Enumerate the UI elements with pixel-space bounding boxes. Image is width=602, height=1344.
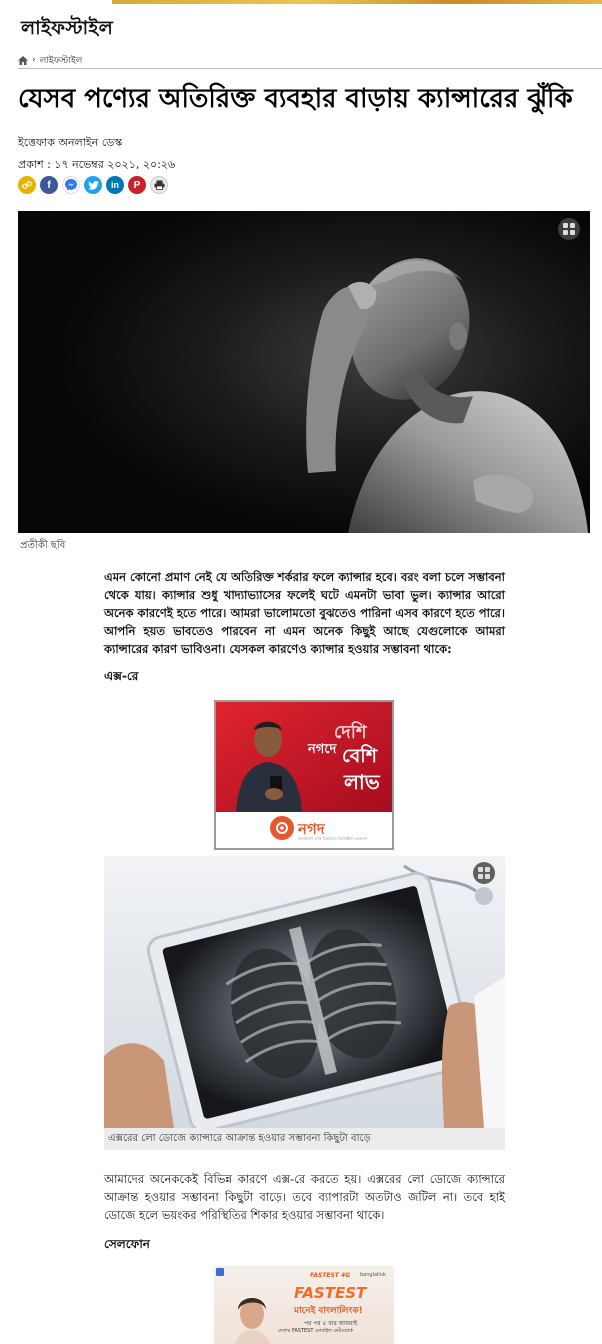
- breadcrumb-current[interactable]: লাইফস্টাইল: [40, 53, 83, 68]
- xray-paragraph: আমাদের অনেককেই বিভিন্ন কারণে এক্স-রে করত…: [104, 1172, 505, 1222]
- nagad-ad-line2: নগদে: [308, 742, 337, 757]
- copy-link-icon[interactable]: [18, 176, 36, 194]
- print-icon[interactable]: [150, 176, 168, 194]
- pinterest-icon[interactable]: P: [128, 176, 146, 194]
- hero-caption: প্রতীকী ছবি: [20, 540, 66, 551]
- xray-image[interactable]: [104, 856, 505, 1128]
- banglalink-headline: FASTEST: [294, 1284, 367, 1302]
- banglalink-brand: banglalink: [360, 1272, 386, 1278]
- nagad-tagline: বাংলাদেশ ডাক বিভাগের ডিজিটাল লেনদেন: [298, 836, 368, 841]
- publish-date: প্রকাশ : ১৭ নভেম্বর ২০২১, ২০:২৬: [18, 158, 176, 171]
- messenger-icon[interactable]: [62, 176, 80, 194]
- facebook-icon[interactable]: f: [40, 176, 58, 194]
- ad-choices-icon[interactable]: [216, 1268, 224, 1276]
- banglalink-advertisement[interactable]: FASTEST 4G banglalink FASTEST মানেই বাংল…: [214, 1266, 394, 1344]
- linkedin-icon[interactable]: in: [106, 176, 124, 194]
- intro-paragraph: এমন কোনো প্রমাণ নেই যে অতিরিক্ত শর্করার …: [104, 570, 505, 656]
- home-icon[interactable]: [18, 55, 28, 65]
- nagad-logo-icon: [270, 816, 294, 840]
- banglalink-sub: মানেই বাংলালিংক!: [294, 1306, 363, 1316]
- share-bar: f in P: [18, 176, 168, 194]
- nagad-advertisement[interactable]: দেশি নগদে বেশি লাভ নগদ বাংলাদেশ ডাক বিভা…: [214, 700, 394, 850]
- subheading-xray: এক্স-রে: [104, 669, 139, 683]
- section-title[interactable]: লাইফস্টাইল: [21, 14, 113, 46]
- gallery-icon[interactable]: [558, 218, 580, 240]
- nagad-ad-line4: লাভ: [344, 770, 380, 794]
- gallery-icon[interactable]: [473, 862, 495, 884]
- ad-model-figure: [235, 1298, 271, 1344]
- banglalink-top-label: FASTEST 4G: [310, 1272, 351, 1279]
- twitter-icon[interactable]: [84, 176, 102, 194]
- subheading-cellphone: সেলফোন: [104, 1237, 150, 1251]
- article-headline: যেসব পণ্যের অতিরিক্ত ব্যবহার বাড়ায় ক্য…: [18, 84, 573, 114]
- article-author: ইত্তেফাক অনলাইন ডেস্ক: [18, 136, 123, 149]
- top-banner-ad[interactable]: [112, 0, 602, 4]
- xray-caption: এক্সরের লো ডোজে ক্যান্সারে আক্রান্ত হওয়…: [104, 1128, 505, 1150]
- breadcrumb-separator: ›: [32, 55, 36, 65]
- breadcrumb: › লাইফস্টাইল: [18, 52, 602, 69]
- hero-image[interactable]: [18, 211, 590, 533]
